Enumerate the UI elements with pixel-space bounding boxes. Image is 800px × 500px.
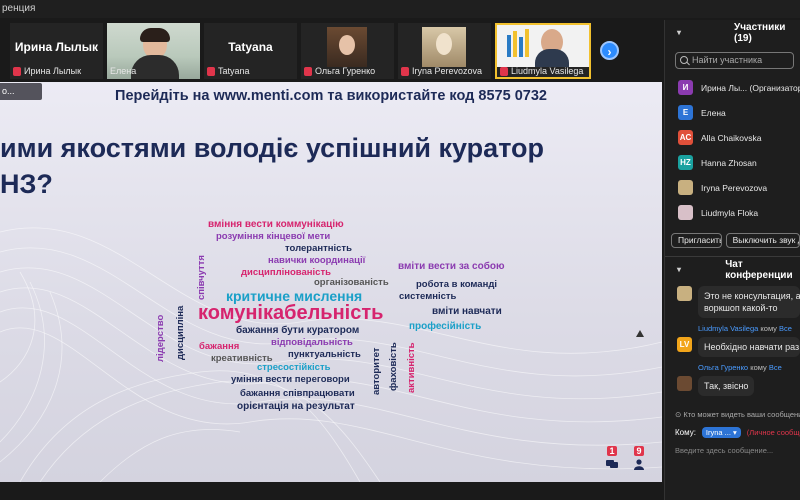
video-tile[interactable]: Ольга Гуренко xyxy=(301,23,394,79)
avatar xyxy=(678,180,693,195)
menti-banner: Перейдіть на www.menti.com та використай… xyxy=(115,88,547,104)
chat-message: Это не консультация, а воркшоп какой-то xyxy=(677,286,800,318)
word-cloud-term: організованість xyxy=(314,277,389,288)
invite-button[interactable]: Пригласить xyxy=(671,233,722,248)
participant-label: Ирина Лылык xyxy=(24,66,82,76)
chat-messages: Это не консультация, а воркшоп какой-то L… xyxy=(665,286,800,396)
zoom-window: ренция Ирина Лылык Ирина Лылык Елена Tat… xyxy=(0,0,800,500)
chevron-down-icon[interactable]: ▾ xyxy=(677,265,687,274)
participant-label: Ольга Гуренко xyxy=(315,66,376,76)
video-tile[interactable]: Елена xyxy=(107,23,200,79)
chevron-right-icon[interactable]: › xyxy=(600,41,619,60)
word-cloud-term: розуміння кінцевої мети xyxy=(216,231,331,242)
participant-name-large: Tatyana xyxy=(228,40,273,54)
participant-row[interactable]: HZ Hanna Zhosan xyxy=(665,150,800,175)
comments-count: 1 xyxy=(607,446,617,456)
participant-label: Елена xyxy=(110,66,137,76)
word-cloud-term: лідерство xyxy=(155,314,166,362)
participant-label: Tatyana xyxy=(218,66,250,76)
participant-video xyxy=(497,25,589,67)
participant-avatar xyxy=(422,27,466,67)
video-strip: Ирина Лылык Ирина Лылык Елена Tatyana Ta… xyxy=(0,20,662,82)
chat-input[interactable]: Введите здесь сообщение... xyxy=(665,446,800,455)
avatar: HZ xyxy=(678,155,693,170)
word-cloud-term: фаховість xyxy=(388,342,399,391)
participant-row[interactable]: Liudmyla Floka xyxy=(665,200,800,225)
participant-label: Liudmyla Vasilega xyxy=(511,66,584,76)
word-cloud-term: критичне мислення xyxy=(226,288,363,304)
word-cloud-term: пунктуальність xyxy=(288,349,361,360)
muted-mic-icon xyxy=(207,66,215,76)
chat-message: Так, звісно xyxy=(677,376,800,396)
visibility-note: ⊙ Кто может видеть ваши сообщени xyxy=(675,410,800,419)
muted-mic-icon xyxy=(500,66,508,76)
word-cloud-term: бажання бути куратором xyxy=(236,325,360,336)
participant-label: Iryna Perevozova xyxy=(412,66,483,76)
side-panel: ▾ Участники (19) Найти участника И Ирина … xyxy=(664,20,800,500)
video-tile[interactable]: Ирина Лылык Ирина Лылык xyxy=(10,23,103,79)
recipient-select[interactable]: Iryna ... ▾ xyxy=(701,427,741,438)
avatar: И xyxy=(678,80,693,95)
word-cloud-term: комунікабельність xyxy=(198,302,384,324)
word-cloud-term: робота в команді xyxy=(416,279,497,290)
participant-row[interactable]: Е Елена xyxy=(665,100,800,125)
word-cloud-term: вміти вести за собою xyxy=(398,261,505,272)
chat-header[interactable]: ▾ Чат конференции xyxy=(665,257,800,282)
word-cloud-term: толерантність xyxy=(285,243,352,254)
muted-mic-icon xyxy=(304,66,312,76)
chat-sender: Liudmyla Vasilega кому Все xyxy=(698,324,792,333)
word-cloud-term: навички координації xyxy=(268,255,366,266)
chat-message: LV Необхідно навчати раз xyxy=(677,337,800,357)
word-cloud-term: орієнтація на результат xyxy=(237,401,355,412)
word-cloud-term: уміння вести переговори xyxy=(231,374,350,385)
word-cloud-term: авторитет xyxy=(371,347,382,395)
avatar xyxy=(678,205,693,220)
avatar: LV xyxy=(677,337,692,352)
word-cloud-term: вміти навчати xyxy=(432,306,502,317)
word-cloud-term: бажання xyxy=(199,341,240,352)
avatar: AC xyxy=(678,130,693,145)
word-cloud-term: бажання співпрацювати xyxy=(240,388,355,399)
video-tile-active-speaker[interactable]: Liudmyla Vasilega xyxy=(495,23,591,79)
menti-code: 8575 0732 xyxy=(478,88,547,104)
chevron-down-icon: ▾ xyxy=(733,428,737,437)
muted-mic-icon xyxy=(13,66,21,76)
avatar xyxy=(677,376,692,391)
comments-icon[interactable] xyxy=(605,459,619,469)
video-tile[interactable]: Tatyana Tatyana xyxy=(204,23,297,79)
people-icon[interactable] xyxy=(633,459,645,470)
poll-question: ими якостями володіє успішний куратор НЗ… xyxy=(0,133,545,199)
people-count: 9 xyxy=(634,446,644,456)
chevron-down-icon[interactable]: ▾ xyxy=(677,28,688,37)
participants-list: ИИрина Лы... (Организатор, я) ЕЕлена ACA… xyxy=(665,75,800,225)
menti-site: www.menti.com xyxy=(213,88,324,104)
word-cloud-term: дисципліна xyxy=(175,305,186,360)
chat-sender: Ольга Гуренко кому Все xyxy=(698,363,782,372)
participant-name-large: Ирина Лылык xyxy=(14,40,99,54)
muted-mic-icon xyxy=(401,66,409,76)
shared-screen: о... Перейдіть на www.menti.com та викор… xyxy=(0,82,662,482)
cursor-icon xyxy=(636,330,644,337)
word-cloud-term: співчуття xyxy=(196,255,207,300)
word-cloud-term: вміння вести коммунікацію xyxy=(208,219,344,230)
window-title: ренция xyxy=(0,0,800,18)
participant-row[interactable]: ИИрина Лы... (Организатор, я) xyxy=(665,75,800,100)
word-cloud-term: системність xyxy=(399,291,457,302)
participant-search-input[interactable]: Найти участника xyxy=(675,52,794,69)
avatar: Е xyxy=(678,105,693,120)
word-cloud-term: стресостійкість xyxy=(257,362,331,373)
word-cloud-term: професійність xyxy=(409,321,482,332)
participant-row[interactable]: AC Alla Chaikovska xyxy=(665,125,800,150)
participant-row[interactable]: Iryna Perevozova xyxy=(665,175,800,200)
participants-header[interactable]: ▾ Участники (19) xyxy=(665,20,800,45)
avatar xyxy=(677,286,692,301)
video-tile[interactable]: Iryna Perevozova xyxy=(398,23,491,79)
mute-all-button[interactable]: Выключить звук дл xyxy=(725,233,800,248)
participant-avatar xyxy=(327,27,367,67)
word-cloud-term: активність xyxy=(406,342,417,393)
word-cloud-term: відповідальність xyxy=(271,337,353,348)
